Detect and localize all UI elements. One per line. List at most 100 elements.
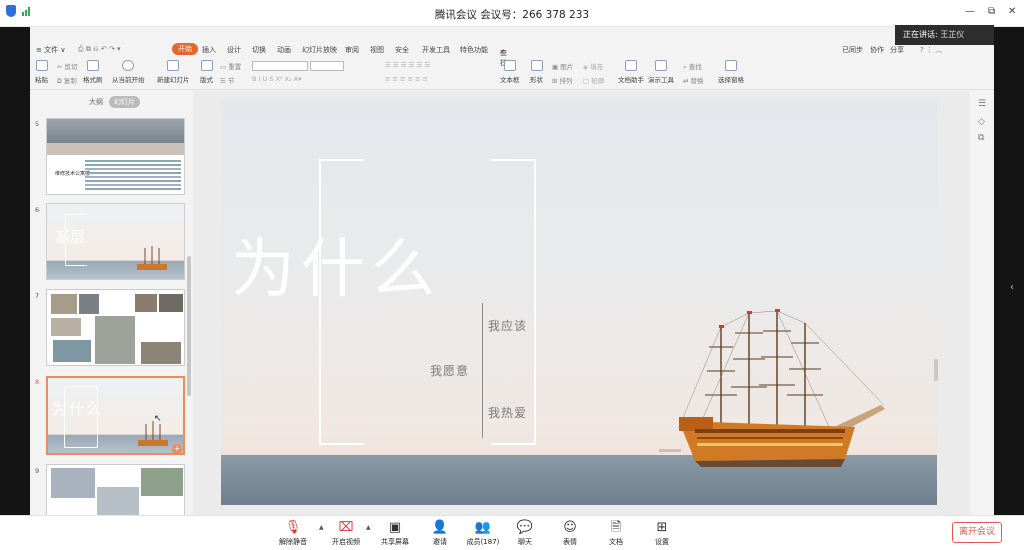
emoji-button[interactable]: ☺ 表情 xyxy=(560,520,580,547)
cut-label: 剪切 xyxy=(64,63,78,71)
slide-thumb-5[interactable]: 维修技术公寓楼 xyxy=(46,118,185,195)
document-button[interactable]: 🗎 文档 xyxy=(606,520,626,547)
settings-button[interactable]: ⊞ 设置 xyxy=(652,520,672,547)
slide-thumb-8-selected[interactable]: 为什么 ↖ + xyxy=(46,376,185,455)
invite-button[interactable]: 👤 邀请 xyxy=(430,520,450,547)
tab-home[interactable]: 开始 xyxy=(172,43,198,55)
thumb-photo xyxy=(53,340,91,362)
chevron-left-icon[interactable]: ‹ xyxy=(1010,282,1014,293)
speaking-indicator: 正在讲话: 王芷仪 xyxy=(895,25,994,45)
format-painter-label: 格式刷 xyxy=(83,76,103,84)
slide-title[interactable]: 为什么 xyxy=(231,218,441,310)
paste-label: 粘贴 xyxy=(35,76,48,84)
tab-transition[interactable]: 切换 xyxy=(252,45,266,55)
textbox-button[interactable]: 文本框 xyxy=(500,60,520,84)
right-letterbox: ‹ xyxy=(994,27,1024,515)
picture-button[interactable]: ▣ 图片 xyxy=(552,61,573,71)
panel-scrollbar[interactable] xyxy=(187,256,191,396)
slide-thumbnail-panel: 大纲 幻灯片 5 维修技术公寓楼 6 基层 7 8 为什么 ↖ + 9 xyxy=(30,91,193,515)
share-screen-button[interactable]: ▣ 共享屏幕 xyxy=(380,520,410,547)
chat-icon: 💬 xyxy=(516,520,534,535)
font-name-select[interactable] xyxy=(252,61,308,71)
thumb-photo xyxy=(51,294,77,314)
paste-button[interactable]: 粘贴 xyxy=(35,60,48,84)
select-pane-button[interactable]: 选择窗格 xyxy=(718,60,744,84)
collab-button[interactable]: 协作 xyxy=(870,45,884,55)
slide-text-willing[interactable]: 我愿意 xyxy=(430,362,469,379)
properties-icon[interactable]: ☰ xyxy=(978,99,986,109)
editor-scrollbar[interactable] xyxy=(934,359,938,381)
add-slide-icon[interactable]: + xyxy=(172,444,182,453)
quick-access-icons[interactable]: ⎙ ⧉ ⎌ ↶ ↷ ▾ xyxy=(78,45,121,54)
fill-button[interactable]: ◈ 填充 xyxy=(583,61,603,71)
tab-outline[interactable]: 大纲 xyxy=(89,97,103,107)
emoji-icon: ☺ xyxy=(563,520,577,535)
paragraph-tools[interactable]: ☰ ☰ ☰ ☰ ☰ ☰ xyxy=(385,61,430,69)
window-title: 腾讯会议 会议号：266 378 233 xyxy=(434,9,590,21)
doc-assistant-icon xyxy=(625,60,637,71)
chevron-up-icon[interactable]: ▲ xyxy=(366,524,371,531)
present-tool-icon xyxy=(655,60,667,71)
tab-developer[interactable]: 开发工具 xyxy=(422,45,450,55)
chevron-up-icon[interactable]: ▲ xyxy=(319,524,324,531)
sailing-ship-image xyxy=(659,309,885,467)
layout-icon xyxy=(200,60,213,71)
reset-button[interactable]: ▭ 重置 xyxy=(220,61,241,71)
alignment-tools[interactable]: ≡ ≡ ≡ ≡ ≡ ≡ xyxy=(385,75,428,83)
replace-button[interactable]: ⇄ 替换 xyxy=(683,75,704,85)
members-button[interactable]: 👥 成员(187) xyxy=(466,520,500,547)
cut-button[interactable]: ✂ 剪切 xyxy=(57,61,78,71)
shapes-icon[interactable]: ◇ xyxy=(978,117,985,127)
new-slide-button[interactable]: 新建幻灯片 xyxy=(157,60,190,84)
slide-thumb-7[interactable] xyxy=(46,289,185,366)
thumb-photo xyxy=(51,468,95,498)
thumb-photo xyxy=(135,294,157,312)
font-size-select[interactable] xyxy=(310,61,344,71)
tab-view[interactable]: 视图 xyxy=(370,45,384,55)
current-slide[interactable]: 为什么 我应该 我愿意 我热爱 xyxy=(221,100,937,505)
present-tool-button[interactable]: 演示工具 xyxy=(648,60,674,84)
unmute-button[interactable]: 🎙 解除静音 xyxy=(278,520,308,547)
format-painter-button[interactable]: 格式刷 xyxy=(83,60,103,84)
find-button[interactable]: ⌕ 查找 xyxy=(683,61,702,72)
restore-button[interactable]: ⧉ xyxy=(988,6,995,17)
layout-button[interactable]: 版式 xyxy=(200,60,213,84)
tab-slideshow[interactable]: 幻灯片放映 xyxy=(302,45,337,55)
tab-security[interactable]: 安全 xyxy=(395,45,409,55)
menu-bar: ≡ 文件 ∨ ⎙ ⧉ ⎌ ↶ ↷ ▾ 开始 插入 设计 切换 动画 幻灯片放映 … xyxy=(30,42,994,67)
play-from-current-button[interactable]: 从当前开始 xyxy=(112,60,145,84)
shape-button[interactable]: 形状 xyxy=(530,60,543,84)
leave-meeting-button[interactable]: 离开会议 xyxy=(952,522,1002,543)
section-button[interactable]: ☰ 节 xyxy=(220,75,234,85)
copy-button[interactable]: ⧉ 复制 xyxy=(57,75,77,86)
slide-thumb-6[interactable]: 基层 xyxy=(46,203,185,280)
chat-button[interactable]: 💬 聊天 xyxy=(515,520,535,547)
tab-insert[interactable]: 插入 xyxy=(202,45,216,55)
tab-features[interactable]: 特色功能 xyxy=(460,45,488,55)
help-icon[interactable]: ? ⋮ ︿ xyxy=(920,45,942,55)
arrange-button[interactable]: ⊞ 排列 xyxy=(552,75,573,85)
start-video-button[interactable]: ⌧ 开启视频 xyxy=(331,520,361,547)
minimize-button[interactable]: — xyxy=(965,6,975,17)
sync-status[interactable]: 已同步 xyxy=(842,45,863,55)
tab-design[interactable]: 设计 xyxy=(227,45,241,55)
thumb-photo xyxy=(97,487,139,515)
doc-assistant-button[interactable]: 文档助手 xyxy=(618,60,644,84)
tab-review[interactable]: 审阅 xyxy=(345,45,359,55)
tab-slides[interactable]: 幻灯片 xyxy=(109,96,140,108)
copy-label: 复制 xyxy=(63,77,77,85)
select-pane-label: 选择窗格 xyxy=(718,76,744,84)
slide-text-should[interactable]: 我应该 xyxy=(488,317,527,334)
slide-text-love[interactable]: 我热爱 xyxy=(488,404,527,421)
slide-thumb-9[interactable] xyxy=(46,464,185,515)
copy-icon[interactable]: ⧉ xyxy=(978,133,984,143)
settings-label: 设置 xyxy=(655,538,669,546)
close-button[interactable]: ✕ xyxy=(1008,6,1016,17)
share-button[interactable]: 分享 xyxy=(890,45,904,55)
font-style-tools[interactable]: B I U S X² X₂ A▾ xyxy=(252,75,301,83)
file-menu[interactable]: ≡ 文件 ∨ xyxy=(36,45,65,55)
outline-button[interactable]: ▢ 轮廓 xyxy=(583,75,604,85)
thumb-group-photo xyxy=(47,143,184,155)
shape-label: 形状 xyxy=(530,76,543,84)
tab-animation[interactable]: 动画 xyxy=(277,45,291,55)
